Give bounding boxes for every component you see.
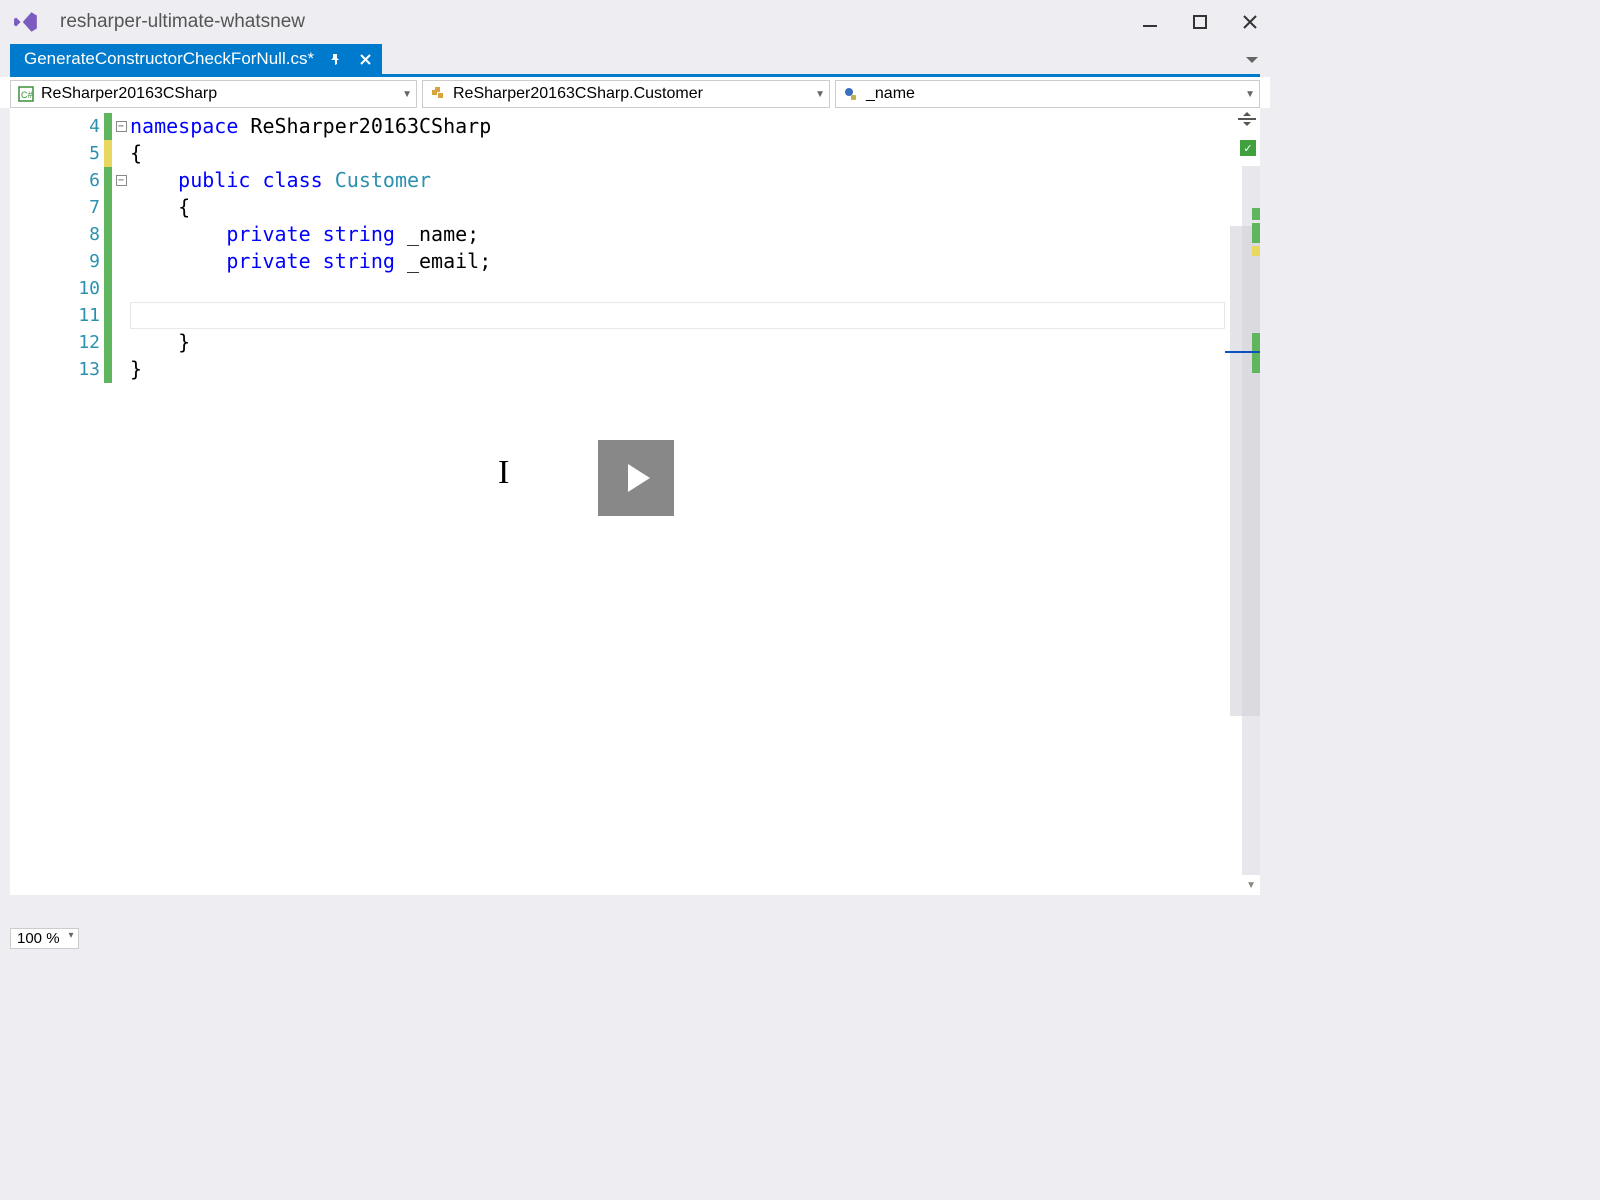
caret-marker <box>1225 351 1260 353</box>
line-number: 8 <box>65 224 100 245</box>
scroll-down-arrow-icon[interactable]: ▼ <box>1246 880 1256 891</box>
change-bar <box>104 140 112 167</box>
code-line[interactable]: { <box>130 194 1225 221</box>
navigation-bar: C# ReSharper20163CSharp ▼ ReSharper20163… <box>0 77 1270 108</box>
scrollbar-thumb[interactable] <box>1230 226 1260 716</box>
scope-project-label: ReSharper20163CSharp <box>41 85 217 103</box>
change-bar <box>104 194 112 221</box>
gutter-row: 10 <box>10 275 130 302</box>
window-controls <box>1136 8 1264 36</box>
fold-toggle-icon[interactable]: − <box>116 175 127 186</box>
line-number: 6 <box>65 170 100 191</box>
gutter-row: 5 <box>10 140 130 167</box>
tab-overflow-icon[interactable] <box>1246 52 1258 68</box>
change-marker <box>1252 246 1260 256</box>
line-number: 5 <box>65 143 100 164</box>
code-line[interactable] <box>130 302 1225 329</box>
scope-class-label: ReSharper20163CSharp.Customer <box>453 85 703 103</box>
visual-studio-logo-icon <box>12 8 40 36</box>
scope-dropdown-member[interactable]: _name ▼ <box>835 80 1260 108</box>
fold-column: − <box>112 175 130 186</box>
scope-dropdown-class[interactable]: ReSharper20163CSharp.Customer ▼ <box>422 80 830 108</box>
split-icon[interactable] <box>1238 112 1258 127</box>
zoom-label: 100 % <box>17 930 60 947</box>
csharp-icon: C# <box>17 85 35 103</box>
code-line[interactable]: public class Customer <box>130 167 1225 194</box>
fold-toggle-icon[interactable]: − <box>116 121 127 132</box>
change-marker <box>1252 333 1260 373</box>
code-line[interactable]: private string _name; <box>130 221 1225 248</box>
gutter-row: 13 <box>10 356 130 383</box>
minimize-button[interactable] <box>1136 8 1164 36</box>
change-bar <box>104 275 112 302</box>
change-bar <box>104 113 112 140</box>
statusbar: 100 % <box>0 924 1270 952</box>
code-line[interactable]: namespace ReSharper20163CSharp <box>130 113 1225 140</box>
line-number: 4 <box>65 116 100 137</box>
code-line[interactable]: { <box>130 140 1225 167</box>
gutter-row: 9 <box>10 248 130 275</box>
change-bar <box>104 248 112 275</box>
play-icon <box>628 464 650 492</box>
window-title: resharper-ultimate-whatsnew <box>60 11 305 33</box>
file-tab[interactable]: GenerateConstructorCheckForNull.cs* <box>10 44 382 74</box>
chevron-down-icon: ▼ <box>815 89 825 100</box>
change-marker <box>1252 223 1260 243</box>
tab-label: GenerateConstructorCheckForNull.cs* <box>24 49 314 69</box>
change-bar <box>104 329 112 356</box>
class-icon <box>429 85 447 103</box>
pin-icon[interactable] <box>326 50 344 68</box>
gutter-row: 7 <box>10 194 130 221</box>
code-line[interactable]: private string _email; <box>130 248 1225 275</box>
titlebar: resharper-ultimate-whatsnew <box>0 0 1270 44</box>
gutter-row: 4− <box>10 113 130 140</box>
close-button[interactable] <box>1236 8 1264 36</box>
maximize-button[interactable] <box>1186 8 1214 36</box>
code-line[interactable]: } <box>130 356 1225 383</box>
code-line[interactable] <box>130 275 1225 302</box>
chevron-down-icon: ▼ <box>402 89 412 100</box>
gutter-row: 6− <box>10 167 130 194</box>
play-button[interactable] <box>598 440 674 516</box>
line-number: 7 <box>65 197 100 218</box>
line-number: 10 <box>65 278 100 299</box>
line-number: 13 <box>65 359 100 380</box>
chevron-down-icon: ▼ <box>1245 89 1255 100</box>
change-bar <box>104 167 112 194</box>
field-icon <box>842 85 860 103</box>
change-bar <box>104 221 112 248</box>
tab-strip: GenerateConstructorCheckForNull.cs* <box>0 44 1270 74</box>
fold-column: − <box>112 121 130 132</box>
line-number: 9 <box>65 251 100 272</box>
right-gutter: ✓ ▲ ▼ <box>1225 108 1260 895</box>
code-area[interactable]: namespace ReSharper20163CSharp{ public c… <box>130 108 1225 895</box>
code-line[interactable]: } <box>130 329 1225 356</box>
scope-member-label: _name <box>866 85 915 103</box>
line-number: 12 <box>65 332 100 353</box>
analysis-status-ok-icon[interactable]: ✓ <box>1240 140 1256 156</box>
zoom-dropdown[interactable]: 100 % <box>10 928 79 949</box>
gutter-row: 12 <box>10 329 130 356</box>
change-bar <box>104 356 112 383</box>
gutter-row: 11 <box>10 302 130 329</box>
change-marker <box>1252 208 1260 220</box>
close-tab-icon[interactable] <box>356 50 374 68</box>
line-number: 11 <box>65 305 100 326</box>
scope-dropdown-project[interactable]: C# ReSharper20163CSharp ▼ <box>10 80 417 108</box>
gutter: 4−56−78910111213 <box>10 108 130 895</box>
svg-text:C#: C# <box>21 90 33 100</box>
gutter-row: 8 <box>10 221 130 248</box>
change-bar <box>104 302 112 329</box>
